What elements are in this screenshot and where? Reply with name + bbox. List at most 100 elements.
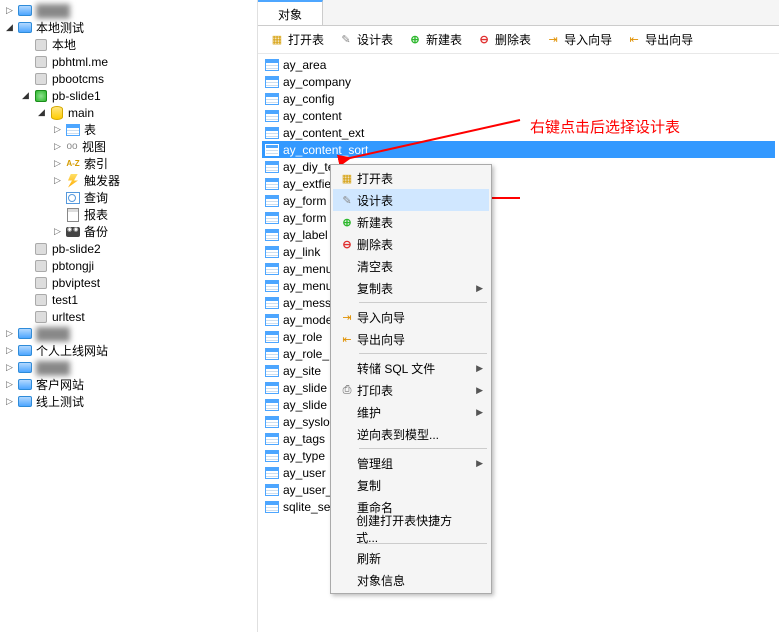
tree-item[interactable]: pbhtml.me bbox=[0, 53, 257, 70]
open-table-button[interactable]: ▦打开表 bbox=[264, 28, 329, 51]
tree-item[interactable]: 查询 bbox=[0, 189, 257, 206]
table-row[interactable]: ay_config bbox=[262, 90, 775, 107]
table-icon bbox=[264, 91, 280, 107]
table-name-label: ay_tags bbox=[283, 432, 325, 446]
tree-item-label: ████ bbox=[36, 361, 70, 375]
export-wizard-button[interactable]: ⇤导出向导 bbox=[621, 28, 698, 51]
tree-item[interactable]: ◢本地测试 bbox=[0, 19, 257, 36]
menu-item[interactable]: ⊖删除表 bbox=[333, 233, 489, 255]
import-wizard-button[interactable]: ⇥导入向导 bbox=[540, 28, 617, 51]
connection-tree[interactable]: ▷████◢本地测试本地pbhtml.mepbootcms◢pb-slide1◢… bbox=[0, 0, 258, 632]
table-name-label: sqlite_se bbox=[283, 500, 330, 514]
expander-icon[interactable]: ▷ bbox=[4, 345, 15, 356]
menu-item[interactable]: 创建打开表快捷方式... bbox=[333, 518, 489, 540]
tab-bar: 对象 bbox=[258, 0, 779, 26]
expander-icon[interactable]: ▷ bbox=[4, 5, 15, 16]
menu-item[interactable]: ✎设计表 bbox=[333, 189, 489, 211]
expander-icon[interactable]: ▷ bbox=[52, 175, 63, 186]
tree-item[interactable]: ◢main bbox=[0, 104, 257, 121]
table-icon bbox=[264, 380, 280, 396]
expander-icon[interactable]: ▷ bbox=[52, 158, 63, 169]
menu-item[interactable]: 维护▶ bbox=[333, 401, 489, 423]
menu-item[interactable]: 对象信息 bbox=[333, 569, 489, 591]
expander-icon[interactable]: ▷ bbox=[52, 141, 63, 152]
context-menu[interactable]: ▦打开表✎设计表⊕新建表⊖删除表清空表复制表▶ ⇥导入向导⇤导出向导转储 SQL … bbox=[330, 164, 492, 594]
menu-item[interactable]: ⇥导入向导 bbox=[333, 306, 489, 328]
menu-item[interactable]: 清空表 bbox=[333, 255, 489, 277]
expander-icon[interactable]: ▷ bbox=[52, 124, 63, 135]
tree-item[interactable]: ▷表 bbox=[0, 121, 257, 138]
tab-objects[interactable]: 对象 bbox=[258, 0, 323, 25]
menu-item[interactable]: ⇤导出向导 bbox=[333, 328, 489, 350]
expander-icon[interactable]: ▷ bbox=[52, 226, 63, 237]
expander-icon[interactable]: ◢ bbox=[20, 90, 31, 101]
tree-item[interactable]: ▷线上测试 bbox=[0, 393, 257, 410]
table-icon bbox=[264, 278, 280, 294]
tree-item[interactable]: ▷触发器 bbox=[0, 172, 257, 189]
menu-item-label: 管理组 bbox=[357, 455, 393, 472]
table-icon bbox=[264, 329, 280, 345]
tree-item[interactable]: test1 bbox=[0, 291, 257, 308]
menu-item[interactable]: 转储 SQL 文件▶ bbox=[333, 357, 489, 379]
table-name-label: ay_menu bbox=[283, 279, 332, 293]
folder-icon bbox=[17, 394, 33, 410]
tree-item[interactable]: 报表 bbox=[0, 206, 257, 223]
menu-item[interactable]: 管理组▶ bbox=[333, 452, 489, 474]
table-row[interactable]: ay_company bbox=[262, 73, 775, 90]
expander-icon[interactable]: ▷ bbox=[4, 362, 15, 373]
table-icon bbox=[264, 482, 280, 498]
expander-icon[interactable]: ▷ bbox=[4, 328, 15, 339]
expander-icon[interactable]: ◢ bbox=[4, 22, 15, 33]
expander-icon[interactable]: ◢ bbox=[36, 107, 47, 118]
menu-item[interactable]: 刷新 bbox=[333, 547, 489, 569]
menu-item[interactable]: ⊕新建表 bbox=[333, 211, 489, 233]
new-table-button[interactable]: ⊕新建表 bbox=[402, 28, 467, 51]
export-icon: ⇤ bbox=[337, 331, 357, 347]
report-icon bbox=[65, 207, 81, 223]
tree-item[interactable]: pbtongji bbox=[0, 257, 257, 274]
tree-item[interactable]: pbootcms bbox=[0, 70, 257, 87]
tree-item[interactable]: ▷ ████ bbox=[0, 359, 257, 376]
table-icon bbox=[264, 397, 280, 413]
table-row[interactable]: ay_area bbox=[262, 56, 775, 73]
menu-item[interactable]: ⎙打印表▶ bbox=[333, 379, 489, 401]
import-icon: ⇥ bbox=[545, 32, 561, 48]
submenu-arrow-icon: ▶ bbox=[476, 283, 483, 294]
design-table-button[interactable]: ✎设计表 bbox=[333, 28, 398, 51]
print-icon: ⎙ bbox=[337, 382, 357, 398]
table-row[interactable]: ay_content_sort bbox=[262, 141, 775, 158]
menu-separator bbox=[359, 302, 487, 303]
menu-item[interactable]: 复制表▶ bbox=[333, 277, 489, 299]
table-name-label: ay_mode bbox=[283, 313, 332, 327]
table-icon bbox=[264, 414, 280, 430]
tree-item[interactable]: pbviptest bbox=[0, 274, 257, 291]
tree-item[interactable]: ▷A-Z索引 bbox=[0, 155, 257, 172]
tree-item[interactable]: ◢pb-slide1 bbox=[0, 87, 257, 104]
table-icon bbox=[264, 108, 280, 124]
table-name-label: ay_area bbox=[283, 58, 326, 72]
tree-item[interactable]: urltest bbox=[0, 308, 257, 325]
table-row[interactable]: ay_content_ext bbox=[262, 124, 775, 141]
expander-icon[interactable]: ▷ bbox=[4, 396, 15, 407]
backup-icon bbox=[65, 224, 81, 240]
delete-table-label: 删除表 bbox=[495, 31, 531, 48]
table-row[interactable]: ay_content bbox=[262, 107, 775, 124]
table-icon bbox=[264, 244, 280, 260]
import-label: 导入向导 bbox=[564, 31, 612, 48]
menu-item[interactable]: ▦打开表 bbox=[333, 167, 489, 189]
table-icon bbox=[65, 122, 81, 138]
table-name-label: ay_extfie bbox=[283, 177, 331, 191]
tree-item[interactable]: ▷oo视图 bbox=[0, 138, 257, 155]
tree-item[interactable]: ▷████ bbox=[0, 2, 257, 19]
tree-item[interactable]: ▷备份 bbox=[0, 223, 257, 240]
delete-table-button[interactable]: ⊖删除表 bbox=[471, 28, 536, 51]
tree-item[interactable]: ▷客户网站 bbox=[0, 376, 257, 393]
expander-icon[interactable]: ▷ bbox=[4, 379, 15, 390]
menu-item[interactable]: 逆向表到模型... bbox=[333, 423, 489, 445]
tree-item[interactable]: pb-slide2 bbox=[0, 240, 257, 257]
tree-item[interactable]: 本地 bbox=[0, 36, 257, 53]
menu-item[interactable]: 复制 bbox=[333, 474, 489, 496]
tree-item[interactable]: ▷████ bbox=[0, 325, 257, 342]
table-name-label: ay_link bbox=[283, 245, 320, 259]
tree-item[interactable]: ▷个人上线网站 bbox=[0, 342, 257, 359]
